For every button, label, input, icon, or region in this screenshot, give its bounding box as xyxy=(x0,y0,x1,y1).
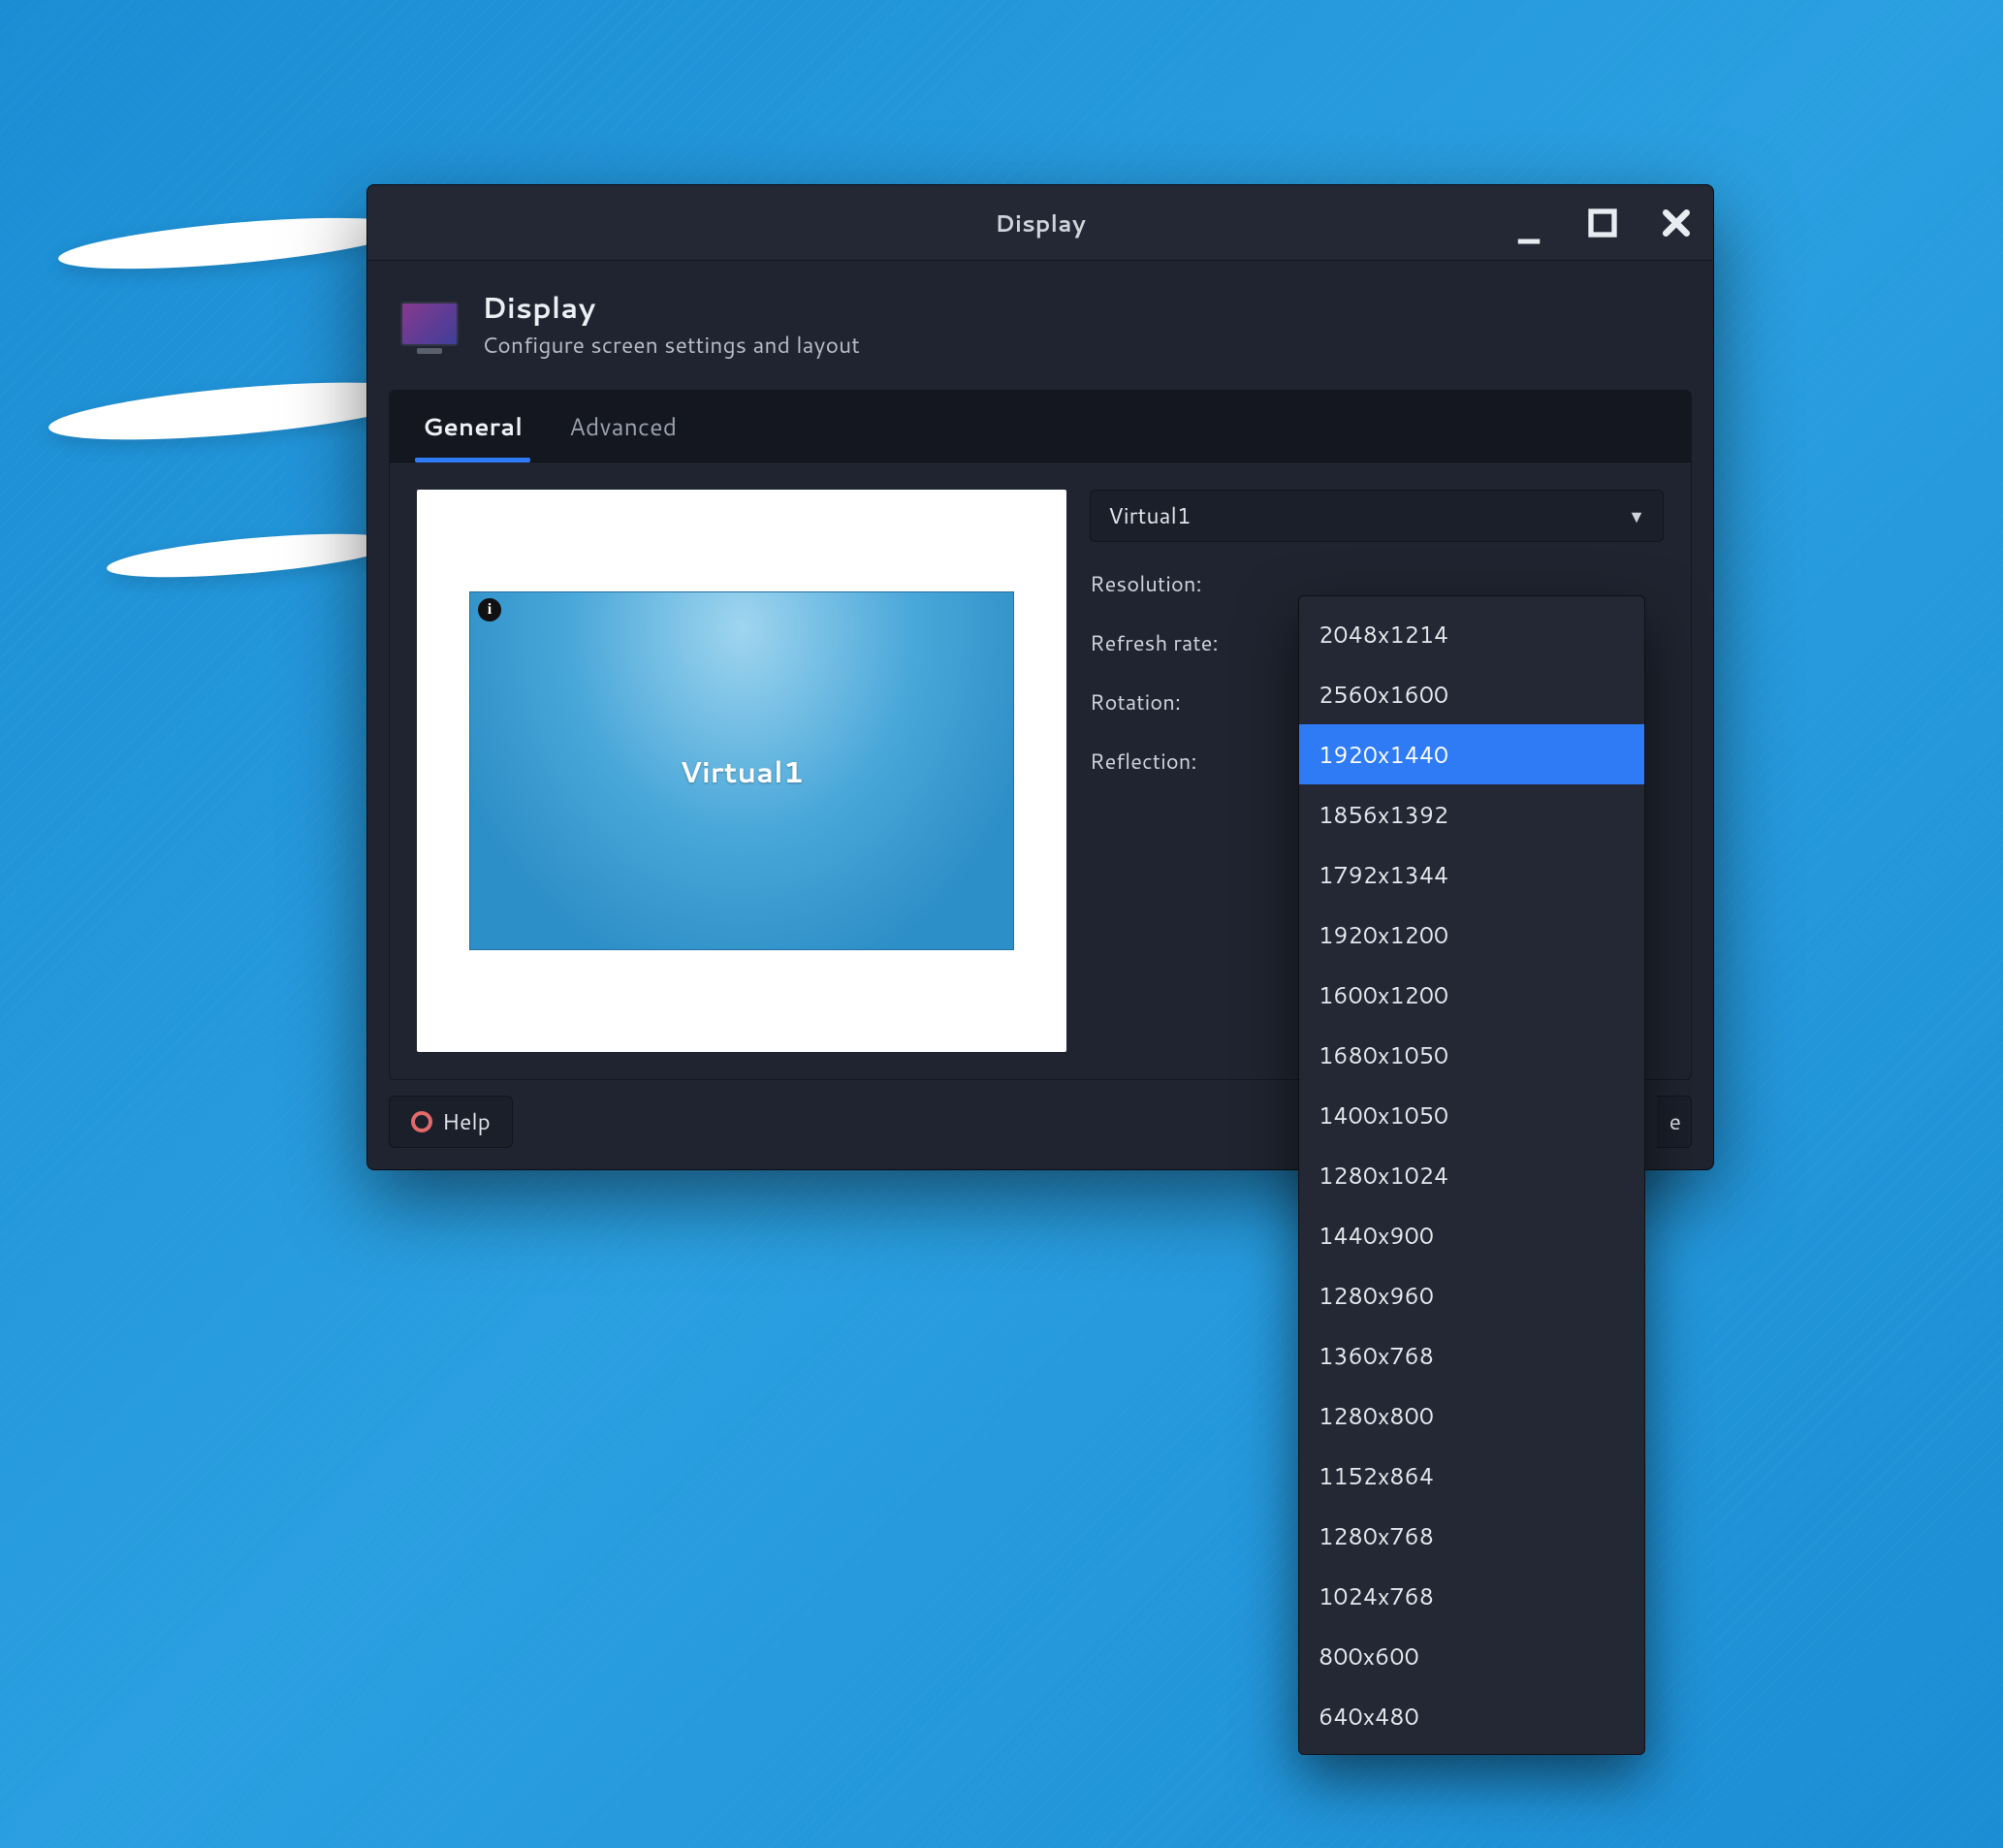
tab-advanced[interactable]: Advanced xyxy=(565,391,681,462)
resolution-option[interactable]: 640x480 xyxy=(1299,1686,1644,1746)
resolution-option[interactable]: 1152x864 xyxy=(1299,1446,1644,1506)
dialog-subtitle: Configure screen settings and layout xyxy=(482,330,860,361)
resolution-option[interactable]: 1400x1050 xyxy=(1299,1085,1644,1145)
tab-strip: General Advanced xyxy=(390,391,1691,462)
resolution-dropdown[interactable]: 2048x12142560x16001920x14401856x13921792… xyxy=(1298,595,1645,1755)
reflection-label: Reflection: xyxy=(1090,747,1274,777)
refresh-rate-label: Refresh rate: xyxy=(1090,628,1274,658)
tab-label: General xyxy=(423,410,523,444)
resolution-option[interactable]: 1280x1024 xyxy=(1299,1145,1644,1205)
resolution-option[interactable]: 1856x1392 xyxy=(1299,784,1644,844)
display-settings-window: Display Display Configure screen setting… xyxy=(366,184,1714,1170)
tab-general[interactable]: General xyxy=(419,391,526,462)
resolution-option[interactable]: 1680x1050 xyxy=(1299,1025,1644,1085)
dialog-title: Display xyxy=(482,286,860,328)
resolution-option[interactable]: 1280x960 xyxy=(1299,1265,1644,1325)
resolution-option[interactable]: 1792x1344 xyxy=(1299,844,1644,905)
tab-label: Advanced xyxy=(569,410,677,444)
titlebar[interactable]: Display xyxy=(367,185,1713,261)
monitor-preview: i Virtual1 xyxy=(417,490,1066,1052)
minimize-button[interactable] xyxy=(1510,212,1548,251)
info-icon[interactable]: i xyxy=(478,598,501,621)
lifebuoy-icon xyxy=(411,1111,432,1132)
resolution-label: Resolution: xyxy=(1090,569,1274,599)
output-select[interactable]: Virtual1 ▼ xyxy=(1090,490,1664,542)
background-swoosh xyxy=(106,526,397,586)
dialog-header-text: Display Configure screen settings and la… xyxy=(482,286,860,361)
resolution-option[interactable]: 1600x1200 xyxy=(1299,965,1644,1025)
resolution-option[interactable]: 800x600 xyxy=(1299,1626,1644,1686)
resolution-option[interactable]: 2048x1214 xyxy=(1299,604,1644,664)
display-icon xyxy=(400,302,459,346)
minimize-icon xyxy=(1514,217,1543,246)
resolution-option[interactable]: 1360x768 xyxy=(1299,1325,1644,1386)
resolution-option[interactable]: 1280x768 xyxy=(1299,1506,1644,1566)
resolution-option[interactable]: 1280x800 xyxy=(1299,1386,1644,1446)
window-controls xyxy=(1510,185,1696,260)
resolution-option[interactable]: 1920x1440 xyxy=(1299,724,1644,784)
monitor-preview-label: Virtual1 xyxy=(680,750,804,792)
resolution-option[interactable]: 1024x768 xyxy=(1299,1566,1644,1626)
maximize-icon xyxy=(1587,207,1618,239)
close-button[interactable] xyxy=(1657,204,1696,242)
close-icon xyxy=(1661,207,1692,239)
help-button-label: Help xyxy=(442,1106,491,1137)
background-swoosh xyxy=(57,207,407,278)
dialog-header: Display Configure screen settings and la… xyxy=(367,261,1713,390)
output-select-value: Virtual1 xyxy=(1108,500,1191,531)
chevron-down-icon: ▼ xyxy=(1628,503,1645,528)
help-button[interactable]: Help xyxy=(389,1096,513,1148)
close-button-peek[interactable]: e xyxy=(1657,1096,1692,1148)
window-title: Display xyxy=(995,207,1086,239)
resolution-option[interactable]: 2560x1600 xyxy=(1299,664,1644,724)
close-button-peek-label: e xyxy=(1669,1106,1681,1137)
rotation-label: Rotation: xyxy=(1090,687,1274,717)
resolution-option[interactable]: 1440x900 xyxy=(1299,1205,1644,1265)
monitor-preview-screen[interactable]: i Virtual1 xyxy=(469,591,1014,950)
maximize-button[interactable] xyxy=(1583,204,1622,242)
resolution-option[interactable]: 1920x1200 xyxy=(1299,905,1644,965)
